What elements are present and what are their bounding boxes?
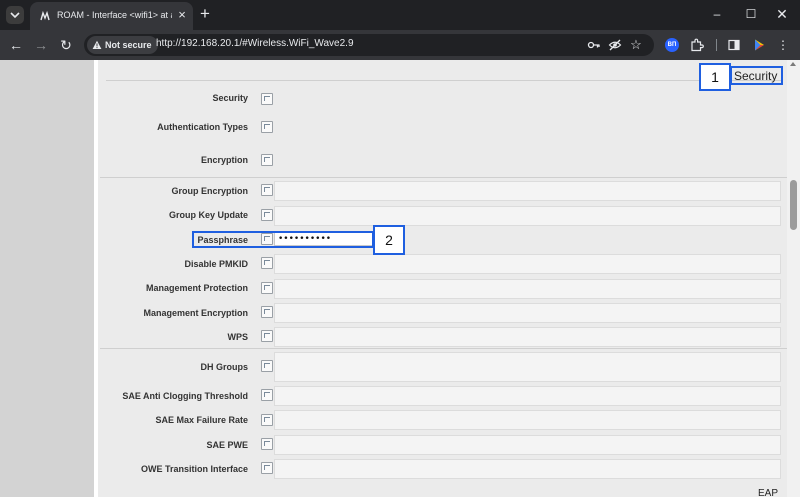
address-bar[interactable]: Not secure http://192.168.20.1/#Wireless… (84, 34, 654, 56)
broken-image-icon[interactable] (261, 360, 273, 372)
broken-image-icon[interactable] (261, 184, 273, 196)
tab-close-icon[interactable]: × (176, 8, 188, 21)
extension-icon[interactable]: ВП (665, 38, 679, 52)
sae-max-failure-rate-field[interactable] (274, 410, 781, 430)
left-sidebar (0, 60, 94, 497)
forward-button[interactable]: → (33, 37, 49, 53)
close-window-button[interactable]: ✕ (770, 4, 794, 24)
row-label-group-key-update: Group Key Update (168, 210, 248, 220)
row-label-group-encryption: Group Encryption (171, 186, 249, 196)
menu-icon[interactable]: ⋮ (776, 38, 790, 52)
section-separator (100, 348, 787, 349)
broken-image-icon[interactable] (261, 306, 273, 318)
broken-image-icon[interactable] (261, 257, 273, 269)
eye-off-icon[interactable] (608, 38, 622, 52)
row-label-security: Security (212, 93, 248, 103)
warning-icon (92, 40, 102, 49)
row-label-dh-groups: DH Groups (200, 362, 248, 372)
url-text[interactable]: http://192.168.20.1/#Wireless.WiFi_Wave2… (156, 38, 354, 49)
scroll-up-arrow-icon[interactable] (790, 62, 796, 66)
page-scrollbar[interactable] (787, 60, 800, 497)
disable-pmkid-field[interactable] (274, 254, 781, 274)
callout-box-passphrase (192, 231, 374, 248)
side-panel-icon[interactable] (727, 38, 741, 52)
callout-number-1: 1 (699, 63, 731, 91)
broken-image-icon[interactable] (261, 154, 273, 166)
broken-image-icon[interactable] (261, 209, 273, 221)
tab-search-button[interactable] (6, 6, 24, 24)
broken-image-icon[interactable] (261, 330, 273, 342)
broken-image-icon[interactable] (261, 282, 273, 294)
toolbar-divider (716, 39, 717, 51)
tab-title: ROAM - Interface <wifi1> at ad (57, 10, 172, 20)
management-encryption-field[interactable] (274, 303, 781, 323)
router-favicon-icon (40, 10, 50, 21)
tab-strip: ROAM - Interface <wifi1> at ad × + – ☐ ✕ (0, 0, 800, 30)
sae-pwe-field[interactable] (274, 435, 781, 455)
scrollbar-thumb[interactable] (790, 180, 797, 230)
management-protection-field[interactable] (274, 279, 781, 299)
panel-divider (106, 80, 781, 81)
maximize-button[interactable]: ☐ (739, 4, 763, 24)
row-label-management-protection: Management Protection (145, 283, 248, 293)
bookmark-star-icon[interactable]: ☆ (629, 38, 643, 52)
group-key-update-field[interactable] (274, 206, 781, 226)
section-separator (100, 177, 787, 178)
owe-transition-interface-field[interactable] (274, 459, 781, 479)
cut-off-row-label: EAP (758, 488, 779, 497)
chevron-down-icon (10, 12, 20, 19)
reload-button[interactable]: ↻ (58, 37, 74, 53)
broken-image-icon[interactable] (261, 438, 273, 450)
row-label-authentication-types: Authentication Types (157, 122, 248, 132)
page-viewport: Security 1 Security Authentication Types… (0, 60, 800, 497)
broken-image-icon[interactable] (261, 462, 273, 474)
back-button[interactable]: ← (8, 37, 24, 53)
broken-image-icon[interactable] (261, 414, 273, 426)
not-secure-chip[interactable]: Not secure (87, 36, 158, 54)
sae-anti-clogging-threshold-field[interactable] (274, 386, 781, 406)
row-label-wps: WPS (227, 332, 248, 342)
row-label-encryption: Encryption (200, 155, 248, 165)
play-store-icon[interactable] (752, 38, 766, 52)
row-label-management-encryption: Management Encryption (143, 308, 248, 318)
not-secure-label: Not secure (105, 40, 152, 50)
dh-groups-field[interactable] (274, 352, 781, 382)
row-label-sae-pwe: SAE PWE (206, 440, 248, 450)
row-label-disable-pmkid: Disable PMKID (184, 259, 248, 269)
broken-image-icon[interactable] (261, 389, 273, 401)
callout-number-2: 2 (373, 225, 405, 255)
group-encryption-field[interactable] (274, 181, 781, 201)
broken-image-icon[interactable] (261, 93, 273, 105)
broken-image-icon[interactable] (261, 121, 273, 133)
row-label-owe-transition-interface: OWE Transition Interface (140, 464, 248, 474)
key-icon[interactable] (587, 38, 601, 52)
wps-field[interactable] (274, 327, 781, 347)
callout-box-security (730, 66, 783, 85)
new-tab-button[interactable]: + (198, 5, 212, 22)
browser-tab[interactable]: ROAM - Interface <wifi1> at ad × (30, 2, 193, 30)
minimize-button[interactable]: – (705, 4, 729, 24)
puzzle-icon[interactable] (690, 38, 704, 52)
row-label-sae-max-failure-rate: SAE Max Failure Rate (155, 415, 248, 425)
row-label-sae-anti-clogging-threshold: SAE Anti Clogging Threshold (122, 391, 248, 401)
browser-toolbar: ← → ↻ Not secure http://192.168.20.1/#Wi… (0, 30, 800, 60)
